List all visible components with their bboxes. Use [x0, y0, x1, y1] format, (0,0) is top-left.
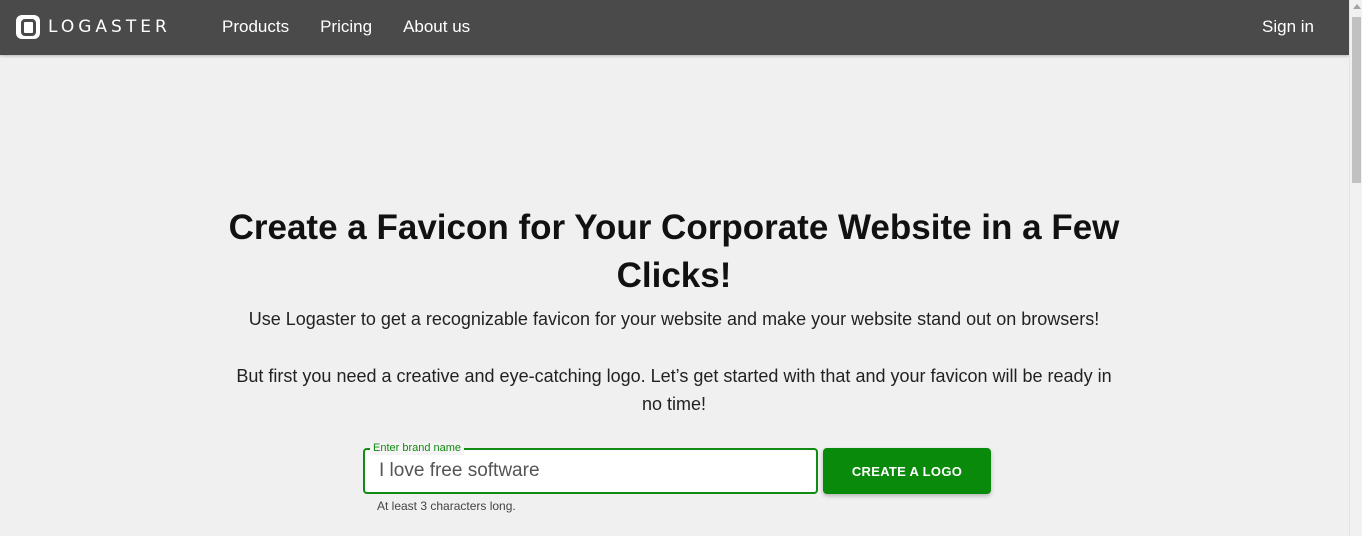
sign-in-link[interactable]: Sign in [1262, 17, 1314, 37]
hero-body-text: But first you need a creative and eye-ca… [236, 366, 1112, 414]
scroll-up-arrow-icon[interactable] [1353, 4, 1361, 9]
brand-name-input[interactable] [377, 459, 801, 483]
main-nav: Products Pricing About us [222, 17, 501, 37]
page-scrollbar[interactable] [1349, 0, 1362, 536]
logo[interactable]: LOGASTER [16, 15, 171, 39]
create-logo-button[interactable]: CREATE A LOGO [823, 448, 991, 494]
page-title: Create a Favicon for Your Corporate Webs… [228, 208, 1120, 295]
nav-pricing[interactable]: Pricing [320, 17, 372, 37]
brand-name-label: Enter brand name [370, 442, 465, 455]
logo-text: LOGASTER [48, 17, 171, 37]
nav-about-us[interactable]: About us [403, 17, 470, 37]
brand-name-helper-text: At least 3 characters long. [377, 499, 516, 513]
hero-subtitle: Use Logaster to get a recognizable favic… [248, 309, 1100, 329]
logo-icon [16, 15, 40, 39]
top-navbar: LOGASTER Products Pricing About us Sign … [0, 0, 1349, 55]
scroll-thumb[interactable] [1352, 17, 1361, 183]
nav-products[interactable]: Products [222, 17, 289, 37]
